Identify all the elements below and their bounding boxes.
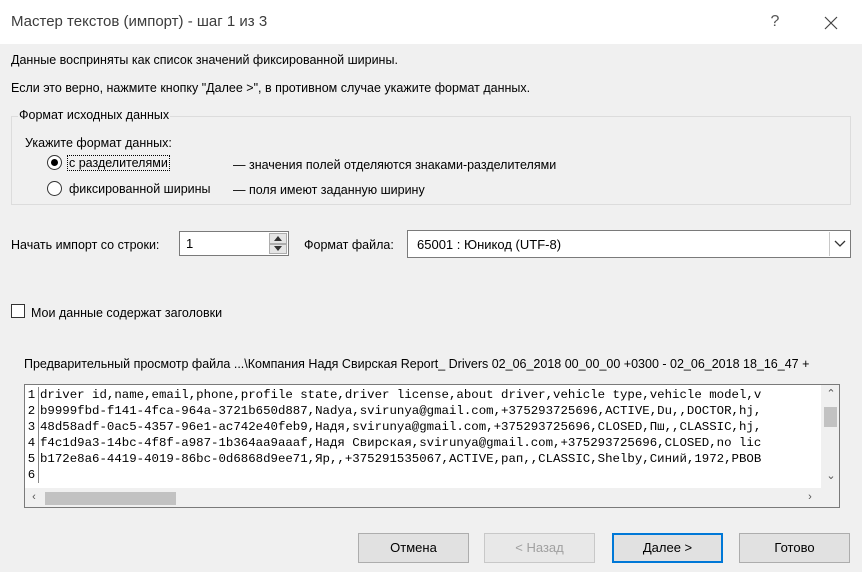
preview-row-text: 48d58adf-0ac5-4357-96e1-ac742e40feb9,Над… <box>40 420 762 434</box>
preview-row: 2 b9999fbd-f141-4fca-964a-3721b650d887,Na… <box>25 403 821 419</box>
radio-delimited-dot[interactable] <box>47 155 62 170</box>
radio-fixed-width-desc: — поля имеют заданную ширину <box>233 183 425 197</box>
file-format-select[interactable]: 65001 : Юникод (UTF-8) <box>407 230 851 258</box>
window-title: Мастер текстов (импорт) - шаг 1 из 3 <box>11 13 268 30</box>
intro-line-2: Если это верно, нажмите кнопку "Далее >"… <box>11 81 531 95</box>
intro-line-1: Данные восприняты как список значений фи… <box>11 53 398 67</box>
cancel-button[interactable]: Отмена <box>358 533 469 563</box>
file-format-label: Формат файла: <box>304 238 394 252</box>
preview-row-number: 4 <box>25 435 39 451</box>
scroll-down-icon[interactable]: ⌄ <box>824 469 838 482</box>
spin-up-button[interactable] <box>269 233 287 244</box>
scrollbar-corner <box>821 488 839 507</box>
preview-row: 3 48d58adf-0ac5-4357-96e1-ac742e40feb9,На… <box>25 419 821 435</box>
combo-dropdown-button[interactable] <box>829 232 849 256</box>
triangle-down-icon <box>274 246 282 252</box>
format-groupbox-title: Формат исходных данных <box>18 108 171 122</box>
preview-vertical-scrollbar[interactable]: ⌃ ⌄ <box>821 385 839 488</box>
radio-fixed-width-label[interactable]: фиксированной ширины <box>68 182 212 196</box>
preview-horizontal-scrollbar[interactable]: ‹ › <box>25 488 821 507</box>
headers-checkbox[interactable] <box>11 304 25 318</box>
preview-row-number: 1 <box>25 387 39 403</box>
triangle-up-icon <box>274 235 282 241</box>
scroll-right-icon[interactable]: › <box>803 491 817 503</box>
preview-row-text: b9999fbd-f141-4fca-964a-3721b650d887,Nad… <box>40 404 762 418</box>
preview-row-text: f4c1d9a3-14bc-4f8f-a987-1b364aa9aaaf,Над… <box>40 436 762 450</box>
file-format-value: 65001 : Юникод (UTF-8) <box>417 237 562 252</box>
finish-button[interactable]: Готово <box>739 533 850 563</box>
start-row-stepper[interactable]: 1 <box>179 231 289 256</box>
back-button[interactable]: < Назад <box>484 533 595 563</box>
preview-row: 5 b172e8a6-4419-4019-86bc-0d6868d9ee71,Яр… <box>25 451 821 467</box>
preview-row: 6 <box>25 467 821 483</box>
horizontal-scroll-thumb[interactable] <box>45 492 176 505</box>
format-prompt: Укажите формат данных: <box>25 136 172 150</box>
scroll-left-icon[interactable]: ‹ <box>27 491 41 503</box>
preview-row-number: 3 <box>25 419 39 435</box>
start-row-label: Начать импорт со строки: <box>11 238 160 252</box>
vertical-scroll-thumb[interactable] <box>824 407 837 427</box>
next-button[interactable]: Далее > <box>612 533 723 563</box>
preview-row: 1 driver id,name,email,phone,profile stat… <box>25 387 821 403</box>
radio-fixed-width-dot[interactable] <box>47 181 62 196</box>
preview-row-number: 2 <box>25 403 39 419</box>
help-button[interactable]: ? <box>764 11 786 33</box>
radio-delimited-desc: — значения полей отделяются знаками-разд… <box>233 158 557 172</box>
headers-checkbox-label[interactable]: Мои данные содержат заголовки <box>31 306 222 320</box>
radio-delimited-label[interactable]: с разделителями <box>67 154 170 171</box>
preview-row-text: b172e8a6-4419-4019-86bc-0d6868d9ee71,Яр,… <box>40 452 762 466</box>
preview-row-number: 5 <box>25 451 39 467</box>
chevron-down-icon <box>834 240 845 247</box>
scroll-up-icon[interactable]: ⌃ <box>824 387 838 400</box>
preview-row: 4 f4c1d9a3-14bc-4f8f-a987-1b364aa9aaaf,На… <box>25 435 821 451</box>
start-row-value[interactable]: 1 <box>186 236 193 251</box>
preview-row-number: 6 <box>25 467 39 483</box>
radio-delimited[interactable]: с разделителями <box>47 154 170 171</box>
radio-fixed-width[interactable]: фиксированной ширины <box>47 181 212 196</box>
preview-label: Предварительный просмотр файла ...\Компа… <box>24 357 810 371</box>
title-bar: Мастер текстов (импорт) - шаг 1 из 3 ? <box>0 0 862 44</box>
preview-pane[interactable]: 1 driver id,name,email,phone,profile stat… <box>24 384 840 508</box>
preview-row-text: driver id,name,email,phone,profile state… <box>40 388 762 402</box>
close-button[interactable] <box>818 10 844 36</box>
close-icon <box>824 16 838 30</box>
spin-down-button[interactable] <box>269 243 287 254</box>
